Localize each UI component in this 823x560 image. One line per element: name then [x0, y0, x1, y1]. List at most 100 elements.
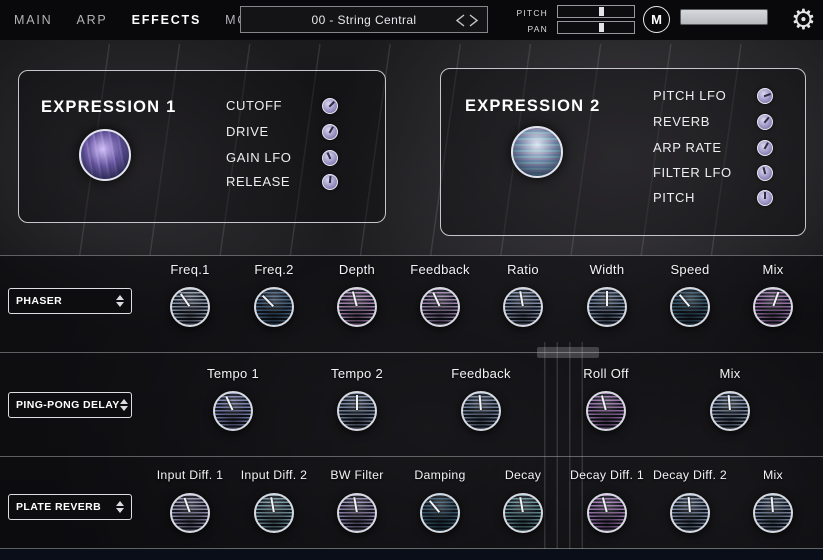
preset-selector[interactable]: 00 - String Central: [240, 6, 488, 33]
reverb-decay-knob[interactable]: [503, 493, 543, 533]
filter-lfo-mini-knob[interactable]: [757, 165, 773, 181]
knob-needle: [755, 138, 774, 157]
knob-label: Mix: [731, 468, 815, 488]
release-mini-knob[interactable]: [322, 174, 338, 190]
reverb-decay-diff2-knob[interactable]: [670, 493, 710, 533]
pitch-lfo-mini-knob[interactable]: [757, 88, 773, 104]
drive-mini-knob[interactable]: [322, 124, 338, 140]
knob-label: Mix: [731, 262, 815, 282]
delay-rolloff-knob[interactable]: [586, 391, 626, 431]
knob-needle: [416, 283, 464, 331]
knob-cell: Speed: [648, 262, 732, 327]
phaser-effect-selector[interactable]: PHASER: [8, 288, 132, 314]
expression1-title: EXPRESSION 1: [41, 98, 176, 117]
phaser-depth-knob[interactable]: [337, 287, 377, 327]
cutoff-mini-knob[interactable]: [322, 98, 338, 114]
reverb-input-diff2-knob[interactable]: [254, 493, 294, 533]
knob-label: Depth: [315, 262, 399, 282]
cutoff-label: CUTOFF: [226, 96, 282, 116]
knob-cell: Mix: [731, 468, 815, 533]
gear-icon[interactable]: ⚙: [791, 1, 816, 39]
phaser-width-knob[interactable]: [587, 287, 627, 327]
knob-cell: Mix: [688, 366, 772, 431]
knob-needle: [253, 492, 295, 534]
phaser-mix-knob[interactable]: [753, 287, 793, 327]
expression2-pad[interactable]: [511, 126, 563, 178]
knob-label: BW Filter: [315, 468, 399, 488]
chevron-left-icon: [457, 15, 464, 26]
knob-needle: [756, 164, 773, 181]
knob-cell: Ratio: [481, 262, 565, 327]
reverb-mini-knob[interactable]: [757, 114, 773, 130]
knob-needle: [755, 112, 775, 132]
reverb-selector-label: PLATE REVERB: [16, 501, 116, 513]
knob-label: Tempo 2: [315, 366, 399, 386]
knob-needle: [502, 286, 544, 328]
knob-needle: [320, 122, 339, 141]
knob-label: Decay Diff. 2: [648, 468, 732, 488]
knob-needle: [753, 493, 792, 532]
knob-label: Freq.2: [232, 262, 316, 282]
reverb-mix-knob[interactable]: [753, 493, 793, 533]
knob-cell: Feedback: [439, 366, 523, 431]
delay-effect-selector[interactable]: PING-PONG DELAY: [8, 392, 132, 418]
pitch-lfo-label: PITCH LFO: [653, 86, 726, 106]
knob-needle: [584, 389, 628, 433]
knob-label: Tempo 1: [191, 366, 275, 386]
expression2-title: EXPRESSION 2: [465, 97, 600, 116]
reverb-effect-selector[interactable]: PLATE REVERB: [8, 494, 132, 520]
knob-cell: Decay Diff. 1: [565, 468, 649, 533]
pitch-slider[interactable]: [557, 5, 635, 18]
phaser-freq2-knob[interactable]: [254, 287, 294, 327]
midi-mode-button[interactable]: M: [643, 6, 670, 33]
knob-cell: BW Filter: [315, 468, 399, 533]
knob-label: Freq.1: [148, 262, 232, 282]
expression1-pad[interactable]: [79, 129, 131, 181]
pitch-slider-thumb[interactable]: [599, 7, 604, 16]
gain-lfo-mini-knob[interactable]: [322, 150, 338, 166]
phaser-freq1-knob[interactable]: [170, 287, 210, 327]
delay-mix-knob[interactable]: [710, 391, 750, 431]
preset-nav-icons[interactable]: [453, 13, 481, 28]
knob-needle: [249, 282, 300, 333]
delay-tempo2-knob[interactable]: [337, 391, 377, 431]
knob-needle: [461, 391, 500, 430]
pitch-mini-knob[interactable]: [757, 190, 773, 206]
knob-needle: [339, 393, 375, 429]
pan-slider-thumb[interactable]: [599, 23, 604, 32]
knob-needle: [335, 285, 379, 329]
tab-effects[interactable]: EFFECTS: [132, 13, 202, 27]
phaser-feedback-knob[interactable]: [420, 287, 460, 327]
reverb-bw-filter-knob[interactable]: [337, 493, 377, 533]
knob-cell: Input Diff. 1: [148, 468, 232, 533]
phaser-speed-knob[interactable]: [670, 287, 710, 327]
delay-tempo1-knob[interactable]: [213, 391, 253, 431]
knob-label: Roll Off: [564, 366, 648, 386]
delay-feedback-knob[interactable]: [461, 391, 501, 431]
knob-label: Ratio: [481, 262, 565, 282]
reverb-decay-diff1-knob[interactable]: [587, 493, 627, 533]
pitch-item-label: PITCH: [653, 188, 695, 208]
knob-cell: Width: [565, 262, 649, 327]
tab-main[interactable]: MAIN: [14, 13, 52, 27]
knob-cell: Depth: [315, 262, 399, 327]
volume-slider[interactable]: [680, 9, 768, 25]
updown-arrows-icon: [120, 399, 128, 411]
phaser-selector-label: PHASER: [16, 295, 116, 307]
knob-needle: [589, 289, 625, 325]
knob-needle: [756, 87, 774, 105]
knob-cell: Damping: [398, 468, 482, 533]
expression2-panel: EXPRESSION 2 PITCH LFO REVERB ARP RATE F…: [440, 68, 806, 236]
reverb-damping-knob[interactable]: [420, 493, 460, 533]
knob-needle: [209, 387, 257, 435]
tab-arp[interactable]: ARP: [76, 13, 107, 27]
phaser-ratio-knob[interactable]: [503, 287, 543, 327]
knob-needle: [758, 191, 772, 205]
chevron-right-icon: [470, 15, 477, 26]
arp-rate-mini-knob[interactable]: [757, 140, 773, 156]
knob-needle: [336, 492, 378, 534]
reverb-input-diff1-knob[interactable]: [170, 493, 210, 533]
knob-cell: Input Diff. 2: [232, 468, 316, 533]
pan-label: PAN: [504, 24, 548, 34]
pan-slider[interactable]: [557, 21, 635, 34]
